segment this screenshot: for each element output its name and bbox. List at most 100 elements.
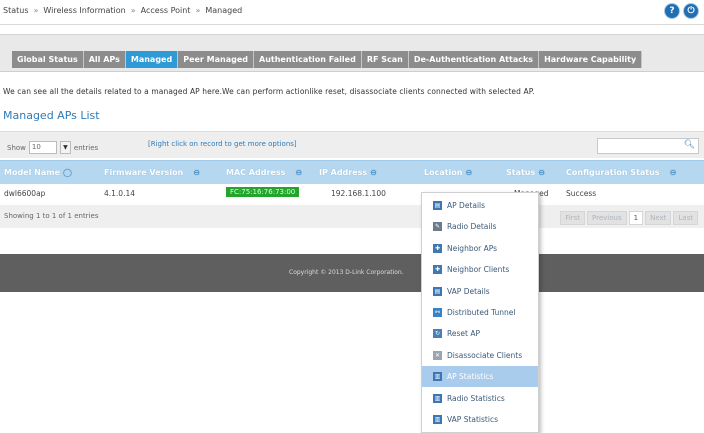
tab-authentication-failed[interactable]: Authentication Failed — [254, 51, 362, 68]
network-icon: ✚ — [433, 265, 442, 275]
column-model-name[interactable]: Model Name ◯ — [4, 168, 72, 177]
menu-item-radio-statistics[interactable]: ▥ Radio Statistics — [422, 388, 538, 409]
sort-icon[interactable]: ⊖ — [466, 168, 473, 177]
breadcrumb-access-point[interactable]: Access Point — [141, 6, 191, 15]
show-label: Show — [7, 143, 26, 152]
menu-item-label: VAP Statistics — [447, 415, 498, 424]
menu-item-label: Radio Statistics — [447, 393, 505, 403]
details-icon: ▤ — [433, 286, 442, 296]
breadcrumb: Status » Wireless Information » Access Point… — [3, 6, 242, 15]
column-label: Configuration Status — [566, 168, 660, 177]
column-configuration-status[interactable]: Configuration Status ⊖ — [566, 168, 676, 177]
table-header: Model Name ◯ Firmware Version ⊖ MAC Addres… — [0, 160, 704, 185]
tab-hardware-capability[interactable]: Hardware Capability — [539, 51, 643, 68]
page-number-button[interactable]: 1 — [628, 211, 644, 225]
column-firmware-version[interactable]: Firmware Version ⊖ — [104, 168, 200, 177]
column-ip-address[interactable]: IP Address ⊖ — [319, 168, 377, 177]
entries-select[interactable]: 10 — [28, 141, 57, 154]
previous-page-button[interactable]: Previous — [587, 211, 627, 225]
menu-item-label: Disassociate Clients — [447, 350, 523, 360]
sort-icon[interactable]: ⊖ — [370, 168, 377, 177]
column-status[interactable]: Status ⊖ — [506, 168, 545, 177]
entries-control: Show 10 ▼ entries — [7, 141, 98, 154]
tunnel-icon: ⚯ — [433, 308, 442, 317]
top-icons: ? ⏻ — [665, 4, 698, 18]
tab-all-aps[interactable]: All APs — [83, 51, 126, 68]
column-mac-address[interactable]: MAC Address ⊖ — [226, 168, 302, 177]
copyright-text: Copyright © 2013 D-Link Corporation. — [289, 269, 404, 276]
menu-item-reset-ap[interactable]: ↻ Reset AP — [422, 323, 538, 344]
menu-item-ap-statistics[interactable]: ▥ AP Statistics — [422, 366, 538, 388]
breadcrumb-separator: » — [33, 6, 39, 15]
breadcrumb-separator: » — [130, 6, 136, 15]
sort-icon[interactable]: ⊖ — [670, 168, 677, 177]
table-row[interactable]: dwl6600ap 4.1.0.14 FC:75:16:76:73:00 192… — [0, 184, 704, 204]
menu-item-label: Neighbor Clients — [447, 265, 510, 275]
last-page-button[interactable]: Last — [673, 211, 698, 225]
entries-info: Showing 1 to 1 of 1 entries — [4, 212, 99, 220]
tab-peer-managed[interactable]: Peer Managed — [178, 51, 254, 68]
sort-icon[interactable]: ⊖ — [295, 168, 302, 177]
stats-icon: ▥ — [433, 393, 442, 403]
search-icon[interactable]: 🔍︎ — [684, 140, 695, 150]
menu-item-label: Neighbor APs — [447, 243, 498, 253]
sort-icon[interactable]: ⊖ — [538, 168, 545, 177]
details-icon: ▤ — [433, 201, 442, 210]
network-icon: ✚ — [433, 243, 442, 253]
divider — [0, 24, 704, 25]
right-click-hint: [Right click on record to get more optio… — [148, 140, 297, 148]
tab-row: Global Status All APs Managed Peer Managed A… — [12, 51, 643, 68]
logout-icon[interactable]: ⏻ — [684, 4, 698, 18]
table-info-bar: Showing 1 to 1 of 1 entries First Previo… — [0, 205, 704, 228]
sort-icon[interactable]: ⊖ — [193, 168, 200, 177]
tab-de-authentication-attacks[interactable]: De-Authentication Attacks — [408, 51, 540, 68]
column-label: IP Address — [319, 168, 368, 177]
menu-item-ap-details[interactable]: ▤ AP Details — [422, 195, 538, 216]
tab-rf-scan[interactable]: RF Scan — [361, 51, 409, 68]
breadcrumb-status[interactable]: Status — [3, 6, 29, 15]
next-page-button[interactable]: Next — [645, 211, 672, 225]
search-input[interactable]: 🔍︎ — [597, 138, 699, 154]
menu-item-radio-details[interactable]: ✎ Radio Details — [422, 216, 538, 237]
table-toolbar: Show 10 ▼ entries [Right click on record… — [0, 131, 704, 158]
context-menu: ▤ AP Details ✎ Radio Details ✚ Neighbor APs ✚ N… — [421, 192, 539, 433]
disconnect-icon: ✕ — [433, 350, 442, 360]
stats-icon: ▥ — [433, 372, 442, 382]
first-page-button[interactable]: First — [560, 211, 586, 225]
tab-managed[interactable]: Managed — [125, 51, 179, 68]
chevron-down-icon[interactable]: ▼ — [59, 141, 71, 154]
column-label: Model Name — [4, 168, 60, 177]
menu-item-vap-details[interactable]: ▤ VAP Details — [422, 281, 538, 302]
footer: Copyright © 2013 D-Link Corporation. — [0, 254, 704, 292]
entries-label: entries — [73, 143, 99, 152]
tab-global-status[interactable]: Global Status — [12, 51, 84, 68]
menu-item-neighbor-aps[interactable]: ✚ Neighbor APs — [422, 238, 538, 259]
tab-bar: Global Status All APs Managed Peer Managed A… — [0, 34, 704, 72]
menu-item-label: Reset AP — [447, 329, 480, 339]
column-label: Status — [506, 168, 536, 177]
cell-configuration-status: Success — [566, 189, 597, 198]
menu-item-label: AP Statistics — [447, 372, 494, 382]
menu-item-disassociate-clients[interactable]: ✕ Disassociate Clients — [422, 345, 538, 366]
menu-item-vap-statistics[interactable]: ▥ VAP Statistics — [422, 409, 538, 430]
sort-icon[interactable]: ◯ — [63, 168, 72, 177]
menu-item-label: Distributed Tunnel — [447, 308, 516, 317]
mac-address-badge: FC:75:16:76:73:00 — [226, 187, 300, 197]
breadcrumb-managed: Managed — [205, 6, 243, 15]
help-icon[interactable]: ? — [665, 4, 679, 18]
column-label: MAC Address — [226, 168, 286, 177]
cell-ip-address: 192.168.1.100 — [331, 189, 386, 198]
stats-icon: ▥ — [433, 415, 442, 424]
menu-item-label: AP Details — [447, 201, 486, 210]
column-location[interactable]: Location ⊖ — [424, 168, 472, 177]
edit-icon: ✎ — [433, 222, 442, 232]
cell-firmware-version: 4.1.0.14 — [104, 189, 136, 198]
cell-mac-address: FC:75:16:76:73:00 — [226, 187, 300, 197]
menu-item-distributed-tunnel[interactable]: ⚯ Distributed Tunnel — [422, 302, 538, 323]
breadcrumb-wireless-information[interactable]: Wireless Information — [43, 6, 125, 15]
list-title: Managed APs List — [3, 109, 100, 122]
pagination: First Previous 1 Next Last — [560, 211, 698, 225]
menu-item-neighbor-clients[interactable]: ✚ Neighbor Clients — [422, 259, 538, 280]
breadcrumb-separator: » — [195, 6, 201, 15]
menu-item-label: Radio Details — [447, 222, 497, 232]
